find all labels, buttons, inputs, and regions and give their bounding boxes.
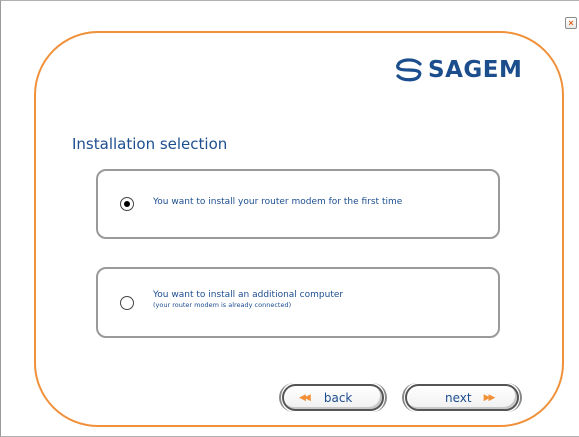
double-left-arrow-icon: ◀◀: [299, 392, 311, 402]
radio-selected-dot: [123, 200, 130, 207]
next-button-label: next: [445, 390, 472, 405]
sagem-logo: SAGEM: [394, 56, 522, 84]
brand-name: SAGEM: [428, 57, 523, 83]
option-additional-computer[interactable]: You want to install an additional comput…: [96, 267, 500, 338]
back-button-label: back: [323, 390, 353, 405]
option-first-install[interactable]: You want to install your router modem fo…: [96, 169, 500, 239]
back-button[interactable]: ◀◀ back: [279, 383, 387, 412]
page-title: Installation selection: [72, 135, 228, 153]
installer-window: × SAGEM Installation selection You want …: [0, 0, 579, 437]
close-icon[interactable]: ×: [565, 17, 577, 29]
sagem-swirl-icon: [396, 58, 422, 82]
option-additional-computer-sublabel: (your router modem is already connected): [153, 301, 292, 309]
next-button[interactable]: next ▶▶: [402, 383, 522, 412]
double-right-arrow-icon: ▶▶: [483, 392, 496, 402]
radio-first-install[interactable]: [120, 197, 134, 211]
option-additional-computer-text: You want to install an additional comput…: [153, 290, 343, 309]
radio-additional-computer[interactable]: [120, 296, 134, 310]
option-first-install-label: You want to install your router modem fo…: [153, 197, 403, 207]
option-additional-computer-label: You want to install an additional comput…: [153, 290, 344, 300]
